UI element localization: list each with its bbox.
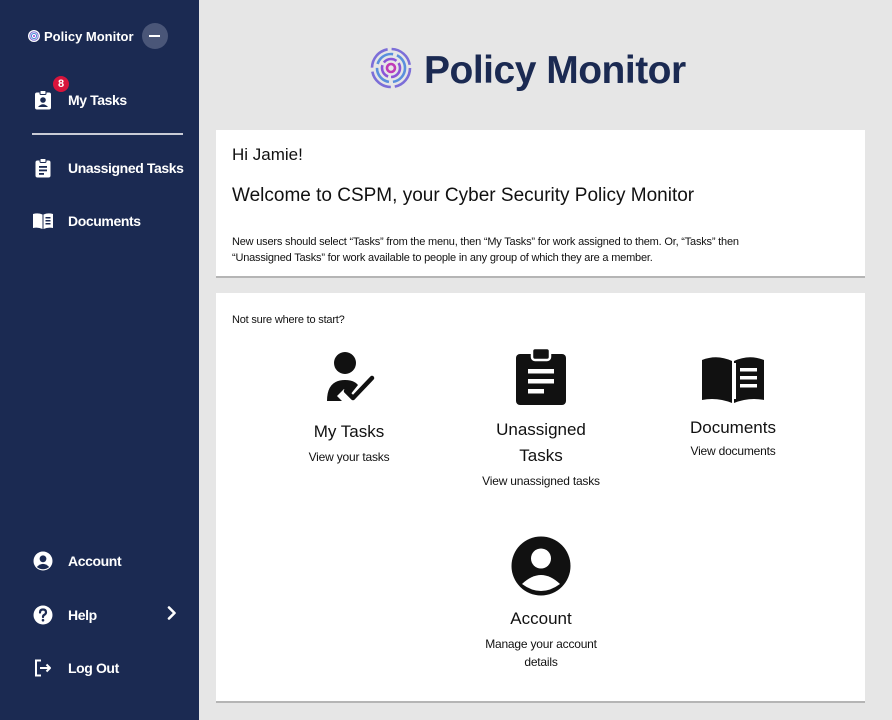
welcome-card: Hi Jamie! Welcome to CSPM, your Cyber Se…: [216, 130, 865, 278]
tile-documents[interactable]: Documents View documents: [653, 355, 813, 459]
sidebar-item-log-out[interactable]: Log Out: [32, 656, 119, 680]
intro-line-2: “Unassigned Tasks” for work available to…: [232, 252, 653, 264]
sidebar-item-help[interactable]: Help: [32, 603, 97, 627]
greeting: Hi Jamie!: [232, 145, 303, 164]
start-card: Not sure where to start? My Tasks View y…: [216, 293, 865, 703]
intro-text: New users should select “Tasks” from the…: [232, 234, 842, 266]
tile-desc: View documents: [690, 444, 776, 458]
welcome-heading: Welcome to CSPM, your Cyber Security Pol…: [232, 185, 695, 206]
tile-desc-line-1: Manage your account: [485, 637, 597, 651]
start-prompt: Not sure where to start?: [232, 314, 345, 326]
fingerprint-logo-icon: [370, 47, 412, 94]
sidebar-item-label: My Tasks: [68, 92, 127, 108]
tile-title-line-1: Unassigned: [496, 420, 586, 439]
book-open-icon: [32, 210, 54, 232]
sidebar-item-label: Log Out: [68, 660, 119, 676]
tile-account[interactable]: Account Manage your account details: [461, 536, 621, 670]
book-open-icon: [702, 357, 764, 403]
sidebar-item-label: Account: [68, 553, 122, 569]
sidebar-item-unassigned-tasks[interactable]: Unassigned Tasks: [32, 156, 184, 180]
sidebar-brand-label: Policy Monitor: [44, 28, 134, 44]
tile-title: Documents: [690, 418, 776, 437]
main-logo: Policy Monitor: [370, 47, 686, 94]
collapse-sidebar-button[interactable]: [141, 23, 168, 49]
sidebar-item-label: Documents: [68, 213, 141, 229]
intro-line-1: New users should select “Tasks” from the…: [232, 236, 739, 248]
sidebar-item-documents[interactable]: Documents: [32, 209, 141, 233]
chevron-right-icon[interactable]: [165, 605, 179, 621]
clipboard-list-icon: [32, 157, 54, 179]
minus-icon: [149, 35, 161, 37]
sidebar-item-my-tasks[interactable]: My Tasks: [32, 88, 127, 112]
fingerprint-logo-icon: [28, 30, 40, 42]
tile-desc: View your tasks: [308, 450, 390, 464]
user-check-icon: [327, 352, 375, 401]
tile-my-tasks[interactable]: My Tasks View your tasks: [269, 349, 429, 465]
question-circle-icon: [32, 604, 54, 626]
tile-title-line-2: Tasks: [519, 446, 563, 465]
sidebar-item-label: Help: [68, 607, 97, 623]
tile-title: Account: [510, 609, 572, 628]
sidebar-brand: Policy Monitor: [28, 23, 168, 49]
main-logo-text: Policy Monitor: [424, 48, 686, 92]
tile-desc: View unassigned tasks: [482, 474, 600, 488]
tile-unassigned-tasks[interactable]: Unassigned Tasks View unassigned tasks: [461, 347, 621, 489]
clipboard-user-icon: [32, 89, 54, 111]
sidebar: Policy Monitor My Tasks 8 Unassigned Tas…: [0, 0, 199, 720]
sidebar-divider: [32, 133, 183, 135]
user-circle-icon: [511, 536, 571, 596]
sidebar-item-label: Unassigned Tasks: [68, 160, 184, 176]
sidebar-item-account[interactable]: Account: [32, 549, 122, 573]
tile-desc-line-2: details: [524, 655, 558, 669]
tile-title: My Tasks: [313, 422, 385, 441]
clipboard-list-icon: [516, 347, 566, 405]
user-circle-icon: [32, 550, 54, 572]
my-tasks-count-badge: 8: [52, 75, 70, 93]
sign-out-icon: [32, 657, 54, 679]
